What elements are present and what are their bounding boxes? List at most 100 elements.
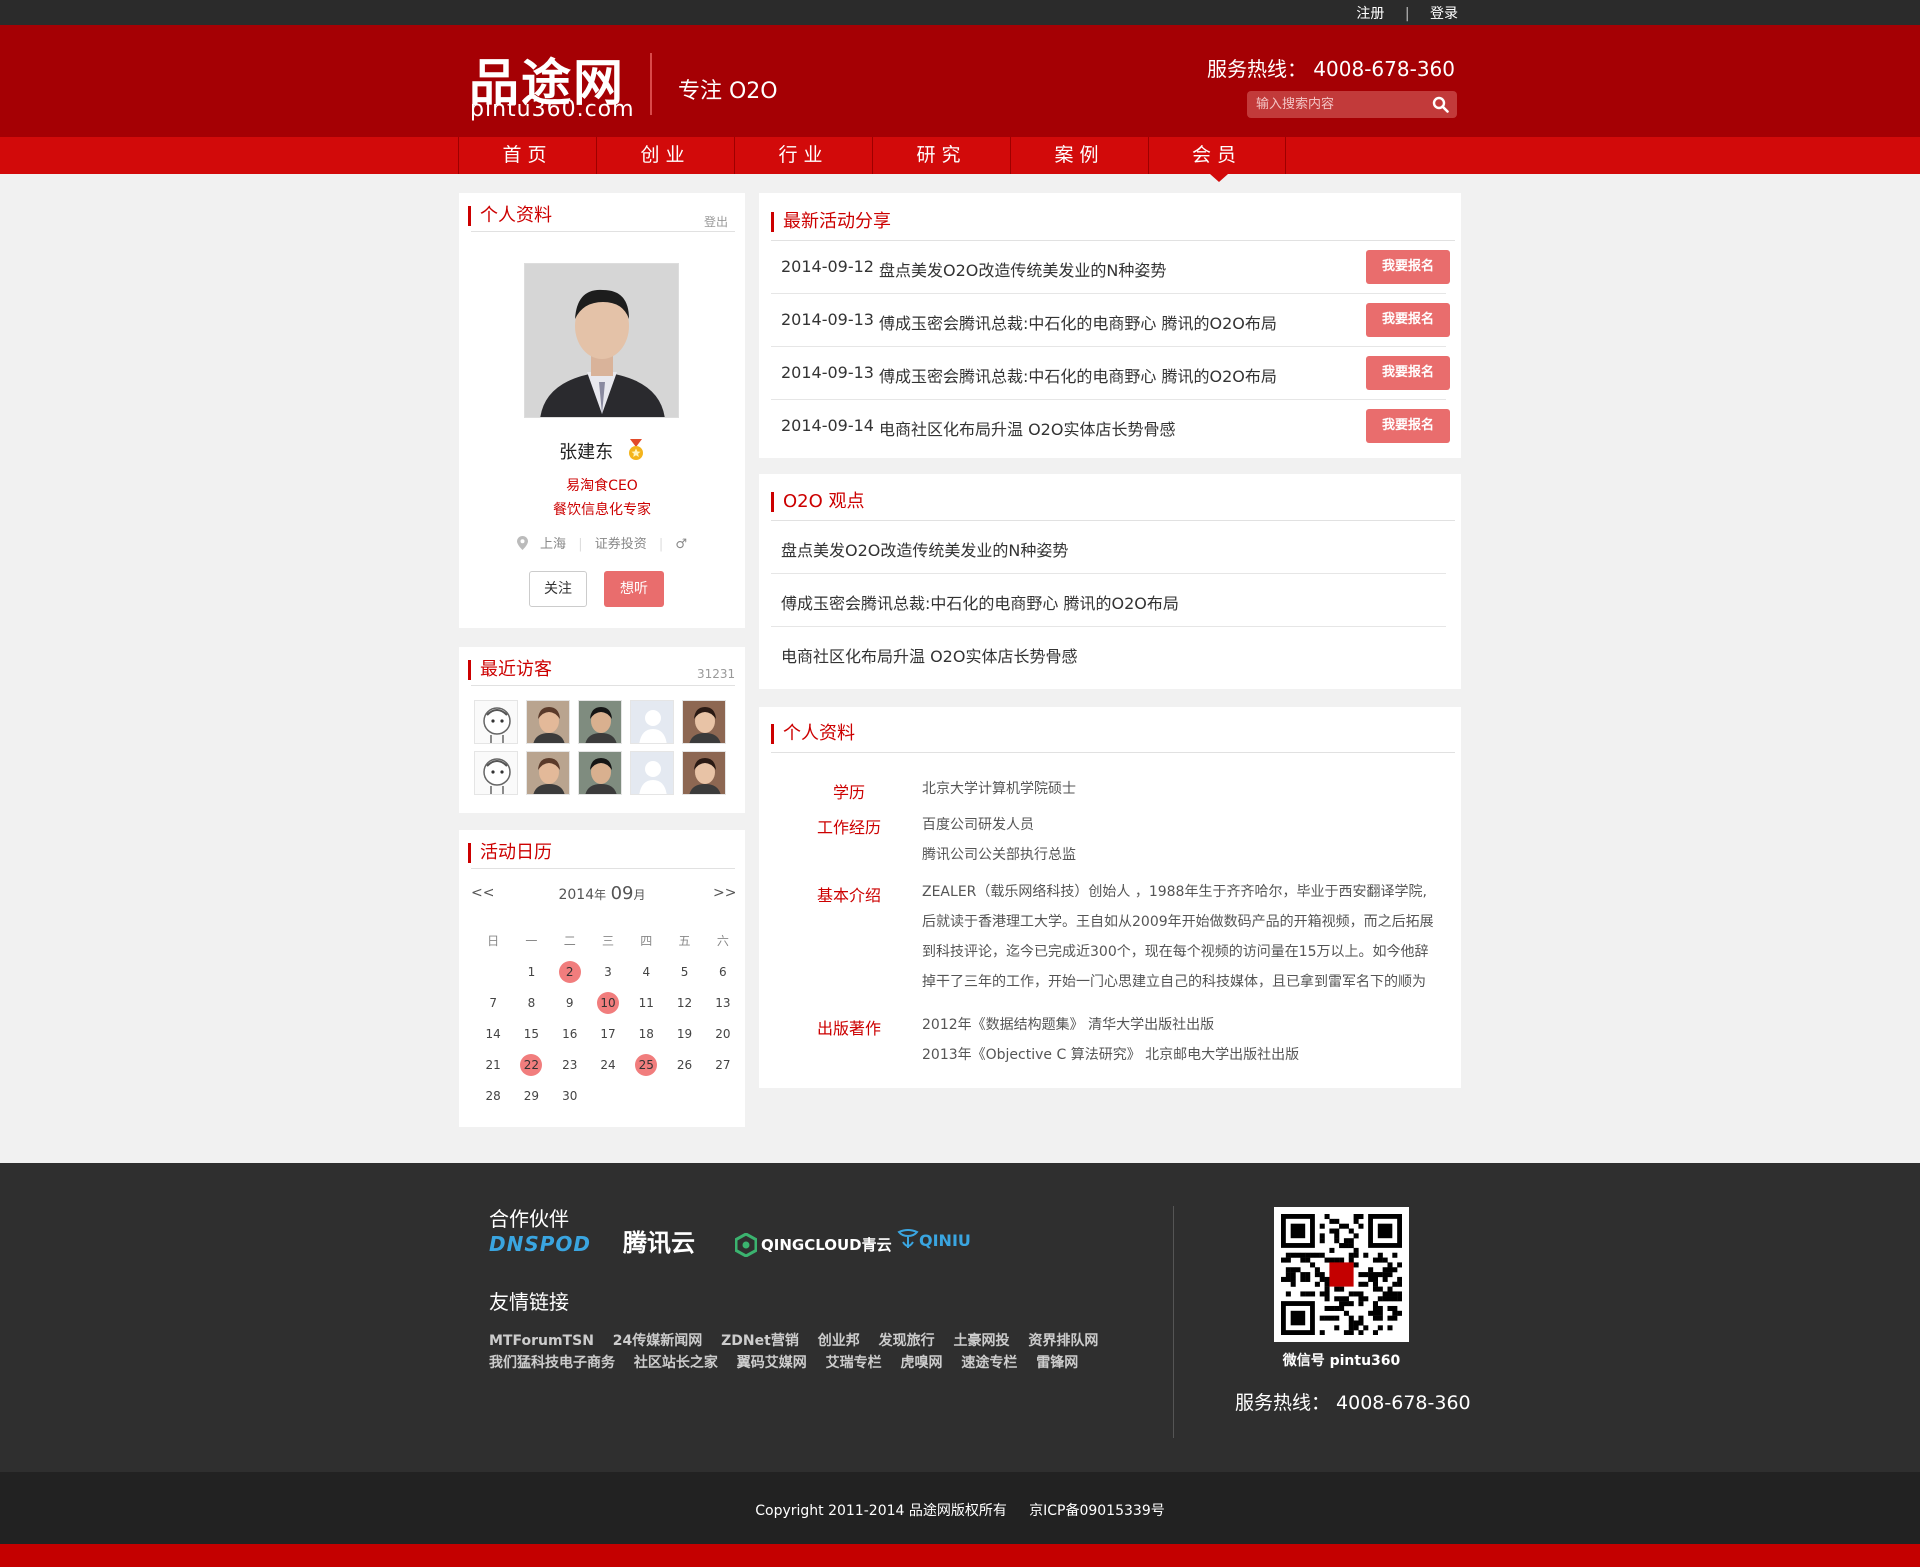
calendar-day[interactable]: 29: [512, 1085, 550, 1107]
work-item: 腾讯公司公关部执行总监: [922, 847, 1076, 863]
calendar-day[interactable]: 7: [474, 992, 512, 1014]
login-link[interactable]: 登录: [1430, 6, 1458, 22]
calendar-day[interactable]: 11: [627, 992, 665, 1014]
visitor-avatar[interactable]: [526, 700, 570, 744]
friend-link[interactable]: 翼码艾媒网: [737, 1355, 807, 1371]
nav-item-home[interactable]: 首页: [458, 137, 596, 174]
friend-link[interactable]: MTForumTSN: [489, 1333, 594, 1349]
calendar-day[interactable]: 23: [551, 1054, 589, 1076]
partner-logo-qiniu[interactable]: QINIU: [897, 1228, 971, 1250]
nav-item-cases[interactable]: 案例: [1010, 137, 1148, 174]
latest-activities-panel: 最新活动分享 2014-09-12 盘点美发O2O改造传统美发业的N种姿势 我要…: [759, 193, 1461, 458]
opinion-title[interactable]: 盘点美发O2O改造传统美发业的N种姿势: [781, 537, 1068, 561]
calendar-day[interactable]: 22: [512, 1053, 550, 1076]
intro-line: 掉干了三年的工作，开始一门心思建立自己的科技媒体，且已拿到雷军名下的顺为: [922, 974, 1426, 990]
calendar-day[interactable]: 21: [474, 1054, 512, 1076]
calendar-month: 09: [610, 883, 634, 904]
calendar-day[interactable]: 8: [512, 992, 550, 1014]
nav-item-research[interactable]: 研究: [872, 137, 1010, 174]
calendar-day[interactable]: 15: [512, 1023, 550, 1045]
signup-button[interactable]: 我要报名: [1366, 409, 1450, 443]
calendar-empty-cell: [589, 1083, 627, 1108]
visitor-avatar[interactable]: [474, 700, 518, 744]
calendar-day[interactable]: 12: [665, 992, 703, 1014]
calendar-day[interactable]: 18: [627, 1023, 665, 1045]
visitor-avatar[interactable]: [474, 751, 518, 795]
visitor-avatar[interactable]: [630, 700, 674, 744]
opinion-title[interactable]: 电商社区化布局升温 O2O实体店长势骨感: [781, 643, 1077, 667]
calendar-day[interactable]: 17: [589, 1023, 627, 1045]
calendar-day[interactable]: 1: [512, 961, 550, 983]
friend-link[interactable]: 虎嗅网: [901, 1355, 943, 1371]
calendar-day[interactable]: 27: [704, 1054, 742, 1076]
activity-title[interactable]: 傅成玉密会腾讯总裁:中石化的电商野心 腾讯的O2O布局: [879, 363, 1277, 387]
signup-button[interactable]: 我要报名: [1366, 356, 1450, 390]
friend-link[interactable]: 社区站长之家: [634, 1355, 718, 1371]
follow-button[interactable]: 关注: [529, 571, 587, 607]
calendar-day[interactable]: 28: [474, 1085, 512, 1107]
activity-title[interactable]: 傅成玉密会腾讯总裁:中石化的电商野心 腾讯的O2O布局: [879, 310, 1277, 334]
profile-name-text: 张建东: [559, 442, 614, 463]
friend-link[interactable]: 资界排队网: [1028, 1333, 1098, 1349]
visitor-avatar[interactable]: [526, 751, 570, 795]
calendar-day[interactable]: 6: [704, 961, 742, 983]
nav-item-startup[interactable]: 创业: [596, 137, 734, 174]
friend-link[interactable]: ZDNet营销: [721, 1333, 799, 1349]
opinion-row: 电商社区化布局升温 O2O实体店长势骨感: [771, 627, 1446, 680]
activity-title[interactable]: 电商社区化布局升温 O2O实体店长势骨感: [879, 416, 1175, 440]
activity-date: 2014-09-12: [781, 257, 874, 276]
nav-item-members[interactable]: 会员: [1148, 137, 1286, 182]
calendar-year-suffix: 年: [594, 888, 607, 902]
friend-link[interactable]: 土豪网投: [953, 1333, 1009, 1349]
badge-icon: [628, 439, 643, 460]
friend-link[interactable]: 发现旅行: [879, 1333, 935, 1349]
visitor-avatar[interactable]: [630, 751, 674, 795]
calendar-day[interactable]: 30: [551, 1085, 589, 1107]
calendar-day[interactable]: 24: [589, 1054, 627, 1076]
signup-button[interactable]: 我要报名: [1366, 250, 1450, 284]
calendar-day[interactable]: 5: [665, 961, 703, 983]
calendar-day[interactable]: 9: [551, 992, 589, 1014]
visitor-avatar[interactable]: [682, 751, 726, 795]
opinion-title[interactable]: 傅成玉密会腾讯总裁:中石化的电商野心 腾讯的O2O布局: [781, 590, 1179, 614]
publications-label: 出版著作: [816, 1019, 881, 1038]
opinions-title: O2O 观点: [771, 492, 865, 512]
friend-link[interactable]: 雷锋网: [1036, 1355, 1078, 1371]
gender-male-icon: ♂: [675, 537, 688, 552]
friend-link[interactable]: 创业邦: [818, 1333, 860, 1349]
calendar-day[interactable]: 25: [627, 1053, 665, 1076]
visitor-avatar[interactable]: [682, 700, 726, 744]
partner-logo-dnspod[interactable]: DNSPOD: [489, 1232, 591, 1256]
visitor-avatar[interactable]: [578, 751, 622, 795]
friend-link[interactable]: 我们猛科技电子商务: [489, 1355, 615, 1371]
activity-title[interactable]: 盘点美发O2O改造传统美发业的N种姿势: [879, 257, 1166, 281]
calendar-day[interactable]: 26: [665, 1054, 703, 1076]
publication-item: 2012年《数据结构题集》 清华大学出版社出版: [922, 1017, 1215, 1033]
profile-card: 个人资料 登出 张建东 易淘食CEO 餐饮信息化专家 上海 | 证券投资 | ♂…: [459, 193, 745, 628]
calendar-day[interactable]: 3: [589, 961, 627, 983]
nav-item-industry[interactable]: 行业: [734, 137, 872, 174]
calendar-day[interactable]: 4: [627, 961, 665, 983]
friend-link[interactable]: 速途专栏: [961, 1355, 1017, 1371]
calendar-empty-cell: [704, 1083, 742, 1108]
logout-link[interactable]: 登出: [704, 213, 728, 230]
calendar-day[interactable]: 13: [704, 992, 742, 1014]
search-input[interactable]: [1247, 91, 1427, 118]
calendar-day[interactable]: 16: [551, 1023, 589, 1045]
calendar-day[interactable]: 10: [589, 991, 627, 1014]
friend-link[interactable]: 24传媒新闻网: [613, 1333, 702, 1349]
calendar-day[interactable]: 2: [551, 960, 589, 983]
search-icon[interactable]: [1432, 96, 1449, 113]
calendar-day[interactable]: 19: [665, 1023, 703, 1045]
friend-link[interactable]: 艾瑞专栏: [826, 1355, 882, 1371]
calendar-day[interactable]: 14: [474, 1023, 512, 1045]
partner-logo-qingcloud[interactable]: QINGCLOUD青云: [734, 1232, 892, 1258]
want-to-hear-button[interactable]: 想听: [604, 571, 664, 607]
visitor-count: 31231: [697, 667, 736, 681]
register-link[interactable]: 注册: [1356, 6, 1384, 22]
visitor-avatar[interactable]: [578, 700, 622, 744]
calendar-day[interactable]: 20: [704, 1023, 742, 1045]
partner-logo-tencent-cloud[interactable]: 腾讯云: [623, 1223, 695, 1258]
signup-button[interactable]: 我要报名: [1366, 303, 1450, 337]
next-month-button[interactable]: >>: [713, 885, 736, 901]
